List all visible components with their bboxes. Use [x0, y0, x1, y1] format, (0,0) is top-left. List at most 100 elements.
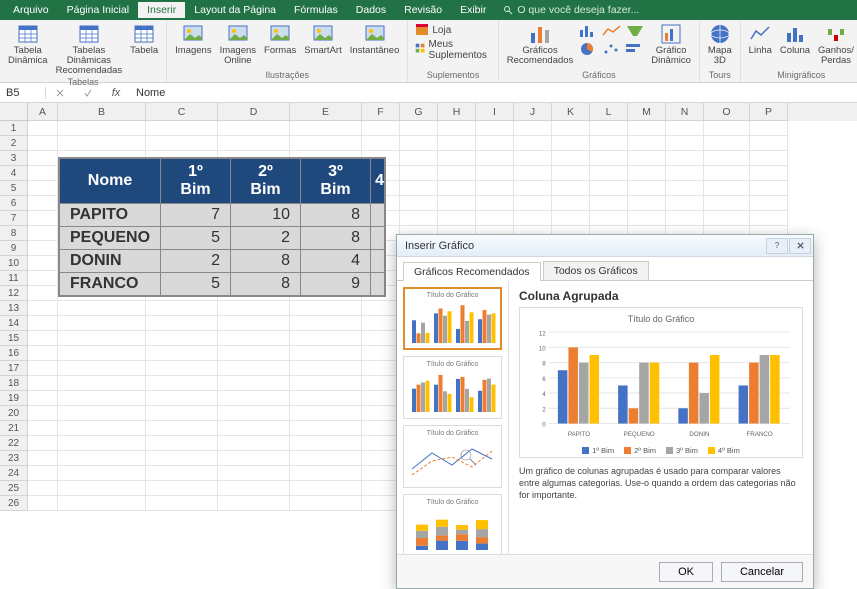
table-header[interactable]: 2º Bim	[231, 159, 301, 204]
cell[interactable]	[590, 211, 628, 226]
cell[interactable]	[666, 136, 704, 151]
tell-me-search[interactable]: O que você deseja fazer...	[503, 4, 639, 16]
loja-button[interactable]: Loja	[413, 22, 453, 38]
table-cell[interactable]: 8	[231, 250, 301, 273]
cell[interactable]	[750, 181, 788, 196]
cell[interactable]	[750, 211, 788, 226]
ilustr-btn-4[interactable]: Instantâneo	[347, 22, 403, 57]
ilustr-btn-1[interactable]: Imagens Online	[217, 22, 259, 67]
row-header[interactable]: 23	[0, 451, 28, 466]
cell[interactable]	[146, 136, 218, 151]
cell[interactable]	[438, 136, 476, 151]
cell[interactable]	[514, 196, 552, 211]
cell[interactable]	[590, 121, 628, 136]
cell[interactable]	[362, 481, 400, 496]
cell[interactable]	[146, 121, 218, 136]
table-cell[interactable]: 9	[301, 273, 371, 296]
cell[interactable]	[362, 496, 400, 511]
cell[interactable]	[704, 121, 750, 136]
cell[interactable]	[28, 361, 58, 376]
tabela-btn-1[interactable]: Tabelas Dinâmicas Recomendadas	[53, 22, 126, 77]
col-header-O[interactable]: O	[704, 103, 750, 121]
enter-formula-icon[interactable]	[74, 88, 102, 98]
chart-thumbnail-1[interactable]: Título do Gráfico	[403, 356, 502, 419]
cell[interactable]	[628, 121, 666, 136]
cell[interactable]	[28, 451, 58, 466]
cell[interactable]	[438, 211, 476, 226]
cell[interactable]	[666, 151, 704, 166]
table-cell[interactable]: 8	[301, 204, 371, 227]
cell[interactable]	[28, 496, 58, 511]
cell[interactable]	[58, 436, 146, 451]
row-header[interactable]: 4	[0, 166, 28, 181]
hbar-chart-icon[interactable]	[624, 40, 646, 57]
cell[interactable]	[290, 361, 362, 376]
cell[interactable]	[218, 436, 290, 451]
ribbon-tab-dados[interactable]: Dados	[347, 2, 395, 18]
cell[interactable]	[476, 181, 514, 196]
col-header-H[interactable]: H	[438, 103, 476, 121]
cell[interactable]	[218, 406, 290, 421]
name-box[interactable]: B5	[0, 87, 46, 99]
cell[interactable]	[362, 316, 400, 331]
table-cell[interactable]: 8	[231, 273, 301, 296]
cell[interactable]	[400, 136, 438, 151]
cell[interactable]	[58, 496, 146, 511]
cell[interactable]	[362, 331, 400, 346]
cell[interactable]	[58, 481, 146, 496]
cell[interactable]	[362, 361, 400, 376]
cell[interactable]	[146, 466, 218, 481]
table-cell[interactable]: 5	[161, 273, 231, 296]
cell[interactable]	[146, 406, 218, 421]
cell[interactable]	[28, 436, 58, 451]
col-header-E[interactable]: E	[290, 103, 362, 121]
ok-button[interactable]: OK	[659, 562, 713, 582]
cell[interactable]	[438, 181, 476, 196]
cell[interactable]	[400, 211, 438, 226]
cell[interactable]	[58, 451, 146, 466]
cell[interactable]	[218, 421, 290, 436]
row-header[interactable]: 12	[0, 286, 28, 301]
cell[interactable]	[362, 136, 400, 151]
cell[interactable]	[146, 361, 218, 376]
cell[interactable]	[28, 181, 58, 196]
pie-chart-icon[interactable]	[578, 40, 600, 57]
row-header[interactable]: 5	[0, 181, 28, 196]
cell[interactable]	[704, 136, 750, 151]
table-cell[interactable]: 10	[231, 204, 301, 227]
cell[interactable]	[438, 151, 476, 166]
row-header[interactable]: 15	[0, 331, 28, 346]
cell[interactable]	[28, 151, 58, 166]
line-chart-icon[interactable]	[601, 22, 623, 39]
formula-input[interactable]: Nome	[130, 87, 857, 99]
fx-icon[interactable]: fx	[102, 87, 130, 99]
col-header-M[interactable]: M	[628, 103, 666, 121]
cell[interactable]	[290, 496, 362, 511]
cell[interactable]	[28, 421, 58, 436]
cell[interactable]	[514, 211, 552, 226]
mini-btn-2[interactable]: Ganhos/ Perdas	[815, 22, 857, 67]
cell[interactable]	[218, 451, 290, 466]
cell[interactable]	[750, 151, 788, 166]
col-header-J[interactable]: J	[514, 103, 552, 121]
cell[interactable]	[58, 421, 146, 436]
row-header[interactable]: 2	[0, 136, 28, 151]
cell[interactable]	[218, 331, 290, 346]
cell[interactable]	[628, 196, 666, 211]
table-header[interactable]: 4	[371, 159, 385, 204]
cell[interactable]	[476, 211, 514, 226]
cell[interactable]	[628, 151, 666, 166]
cell[interactable]	[552, 136, 590, 151]
graficos-recomendados-button[interactable]: Gráficos Recomendados	[504, 22, 577, 67]
cell[interactable]	[704, 181, 750, 196]
cell[interactable]	[58, 376, 146, 391]
cell[interactable]	[704, 151, 750, 166]
cell[interactable]	[552, 121, 590, 136]
cell[interactable]	[362, 466, 400, 481]
cell[interactable]	[58, 331, 146, 346]
row-header[interactable]: 10	[0, 256, 28, 271]
cell[interactable]	[58, 316, 146, 331]
cell[interactable]	[218, 391, 290, 406]
cell[interactable]	[146, 331, 218, 346]
cell[interactable]	[218, 496, 290, 511]
